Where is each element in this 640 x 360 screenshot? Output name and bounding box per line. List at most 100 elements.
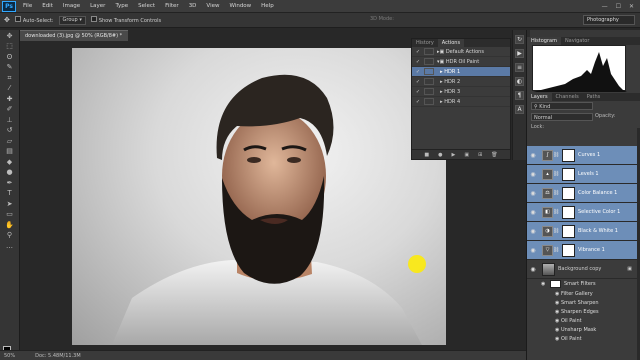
- action-set-row[interactable]: ✓ ▸▣ Default Actions: [412, 47, 510, 57]
- zoom-tool-icon[interactable]: ⚲: [3, 231, 17, 240]
- auto-select-checkbox[interactable]: Auto-Select:: [14, 16, 54, 24]
- blend-mode-dropdown[interactable]: Normal: [531, 113, 593, 121]
- shape-tool-icon[interactable]: ▭: [3, 210, 17, 219]
- move-tool-icon[interactable]: ✥: [4, 16, 10, 24]
- menu-layer[interactable]: Layer: [85, 3, 110, 9]
- type-tool-icon[interactable]: T: [3, 189, 17, 198]
- dialog-toggle[interactable]: [424, 48, 434, 55]
- tab-actions[interactable]: Actions: [437, 39, 465, 47]
- action-row[interactable]: ✓ ▸ HDR 4: [412, 97, 510, 107]
- record-icon[interactable]: ●: [438, 152, 442, 158]
- action-set-row[interactable]: ✓ ▾▣ HDR Oil Paint: [412, 57, 510, 67]
- dialog-toggle[interactable]: [424, 78, 434, 85]
- menu-type[interactable]: Type: [110, 3, 133, 9]
- transform-controls-checkbox[interactable]: Show Transform Controls: [90, 16, 161, 24]
- action-row[interactable]: ✓ ▸ HDR 1: [412, 67, 510, 77]
- eye-icon[interactable]: ◉: [527, 228, 539, 235]
- menu-file[interactable]: File: [18, 3, 37, 9]
- dialog-toggle[interactable]: [424, 98, 434, 105]
- eye-icon[interactable]: ◉: [527, 152, 539, 159]
- gradient-tool-icon[interactable]: ▤: [3, 147, 17, 156]
- eye-icon[interactable]: ◉: [527, 171, 539, 178]
- move-tool-icon[interactable]: ✥: [3, 32, 17, 41]
- eye-icon[interactable]: ◉: [527, 190, 539, 197]
- layer-mask-thumb[interactable]: [562, 167, 575, 181]
- menu-view[interactable]: View: [201, 3, 224, 9]
- history-panel-icon[interactable]: ↻: [515, 35, 524, 44]
- layer-mask-thumb[interactable]: [562, 148, 575, 162]
- layer-row[interactable]: ◉ ⚖ ⛓ Color Balance 1: [527, 184, 640, 203]
- maximize-icon[interactable]: ☐: [616, 3, 621, 10]
- dodge-tool-icon[interactable]: ●: [3, 168, 17, 177]
- layer-row[interactable]: ◉ Background copy ▣: [527, 260, 640, 279]
- workspace-switcher[interactable]: Photography: [583, 15, 635, 25]
- properties-panel-icon[interactable]: ≡: [515, 63, 524, 72]
- delete-icon[interactable]: 🗑: [491, 152, 497, 158]
- tab-histogram[interactable]: Histogram: [527, 37, 561, 45]
- smart-filter-row[interactable]: ◉ Unsharp Mask: [527, 325, 640, 334]
- smart-filter-mask[interactable]: [549, 279, 561, 288]
- layer-row[interactable]: ◉ ◧ ⛓ Selective Color 1: [527, 203, 640, 222]
- layer-row[interactable]: ◉ ▽ ⛓ Vibrance 1: [527, 241, 640, 260]
- tab-layers[interactable]: Layers: [527, 93, 552, 101]
- eye-icon[interactable]: ◉: [527, 266, 539, 273]
- stop-icon[interactable]: ■: [424, 152, 429, 158]
- history-brush-tool-icon[interactable]: ↺: [3, 126, 17, 135]
- crop-tool-icon[interactable]: ⌗: [3, 74, 17, 83]
- layer-filter-dropdown[interactable]: ⚲ Kind: [531, 102, 593, 110]
- smart-filter-row[interactable]: ◉ Sharpen Edges: [527, 307, 640, 316]
- close-icon[interactable]: ✕: [629, 3, 634, 10]
- pen-tool-icon[interactable]: ✒: [3, 179, 17, 188]
- actions-panel-icon[interactable]: ▶: [515, 49, 524, 58]
- menu-window[interactable]: Window: [224, 3, 256, 9]
- menu-select[interactable]: Select: [133, 3, 160, 9]
- eye-icon[interactable]: ◉: [527, 209, 539, 216]
- paragraph-panel-icon[interactable]: ¶: [515, 91, 524, 100]
- character-panel-icon[interactable]: A: [515, 105, 524, 114]
- menu-3d[interactable]: 3D: [184, 3, 202, 9]
- check-icon[interactable]: ✓: [412, 89, 424, 95]
- lasso-tool-icon[interactable]: ʘ: [3, 53, 17, 62]
- menu-filter[interactable]: Filter: [160, 3, 184, 9]
- quick-select-tool-icon[interactable]: ✎: [3, 63, 17, 72]
- new-set-icon[interactable]: ▣: [464, 152, 469, 158]
- check-icon[interactable]: ✓: [412, 69, 424, 75]
- layer-mask-thumb[interactable]: [562, 205, 575, 219]
- minimize-icon[interactable]: —: [602, 3, 608, 10]
- path-select-tool-icon[interactable]: ➤: [3, 200, 17, 209]
- opacity-label[interactable]: Opacity:: [595, 113, 616, 119]
- stamp-tool-icon[interactable]: ⊥: [3, 116, 17, 125]
- menu-edit[interactable]: Edit: [37, 3, 58, 9]
- layer-row[interactable]: ◉ ◑ ⛓ Black & White 1: [527, 222, 640, 241]
- eyedropper-tool-icon[interactable]: ⁄: [3, 84, 17, 93]
- smart-filters-row[interactable]: ◉ Smart Filters: [527, 279, 640, 288]
- play-icon[interactable]: ▶: [451, 152, 455, 158]
- new-action-icon[interactable]: ⊞: [478, 152, 482, 158]
- healing-tool-icon[interactable]: ✚: [3, 95, 17, 104]
- layer-mask-thumb[interactable]: [562, 186, 575, 200]
- smart-filter-row[interactable]: ◉ Oil Paint: [527, 334, 640, 343]
- blur-tool-icon[interactable]: ◆: [3, 158, 17, 167]
- document-tab[interactable]: downloaded (3).jpg @ 50% (RGB/8#) *: [20, 30, 128, 41]
- eye-icon[interactable]: ◉: [527, 247, 539, 254]
- adjustments-panel-icon[interactable]: ◐: [515, 77, 524, 86]
- eye-icon[interactable]: ◉: [541, 281, 547, 287]
- layer-row[interactable]: ◉ ▴ ⛓ Levels 1: [527, 165, 640, 184]
- dialog-toggle[interactable]: [424, 58, 434, 65]
- hand-tool-icon[interactable]: ✋: [3, 221, 17, 230]
- check-icon[interactable]: ✓: [412, 49, 424, 55]
- smart-filter-row[interactable]: ◉ Smart Sharpen: [527, 298, 640, 307]
- dialog-toggle[interactable]: [424, 68, 434, 75]
- layer-row[interactable]: ◉ ∫ ⛓ Curves 1: [527, 146, 640, 165]
- check-icon[interactable]: ✓: [412, 99, 424, 105]
- tab-paths[interactable]: Paths: [583, 93, 605, 101]
- more-tools-icon[interactable]: …: [3, 242, 17, 251]
- tab-history[interactable]: History: [412, 39, 438, 47]
- check-icon[interactable]: ✓: [412, 59, 424, 65]
- smart-filter-row[interactable]: ◉ Oil Paint: [527, 316, 640, 325]
- smart-filter-row[interactable]: ◉ Filter Gallery: [527, 289, 640, 298]
- action-row[interactable]: ✓ ▸ HDR 3: [412, 87, 510, 97]
- group-dropdown[interactable]: Group ▾: [58, 15, 86, 25]
- dialog-toggle[interactable]: [424, 88, 434, 95]
- layer-mask-thumb[interactable]: [562, 243, 575, 257]
